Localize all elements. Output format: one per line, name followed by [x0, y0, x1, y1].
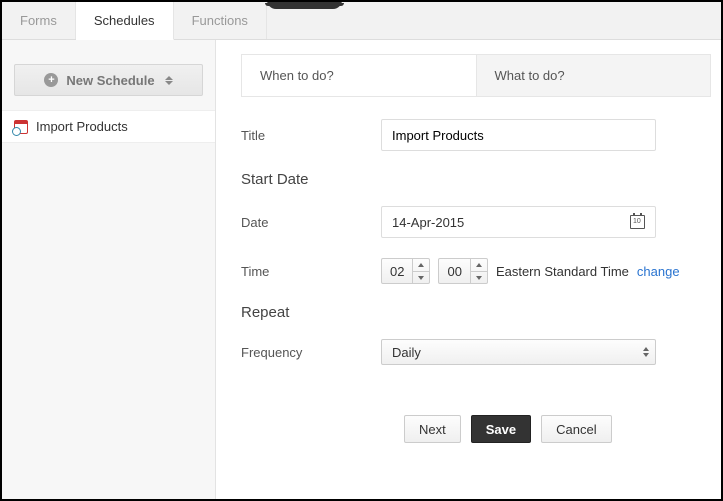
time-hour-stepper[interactable]: 02	[381, 258, 430, 284]
tab-functions[interactable]: Functions	[174, 2, 267, 39]
schedule-calendar-icon	[14, 120, 28, 134]
date-value: 14-Apr-2015	[392, 215, 464, 230]
frequency-select[interactable]: Daily	[381, 339, 656, 365]
minute-up-icon[interactable]	[471, 259, 487, 271]
tab-forms[interactable]: Forms	[2, 2, 76, 39]
dropdown-caret-icon	[165, 76, 173, 85]
time-minute-value: 00	[439, 264, 469, 279]
date-label: Date	[241, 215, 381, 230]
schedule-item-label: Import Products	[36, 119, 128, 134]
calendar-icon	[630, 215, 645, 229]
tab-what-to-do[interactable]: What to do?	[477, 55, 711, 96]
title-label: Title	[241, 128, 381, 143]
time-minute-stepper[interactable]: 00	[438, 258, 487, 284]
time-hour-value: 02	[382, 264, 412, 279]
start-date-heading: Start Date	[241, 171, 711, 188]
schedule-list-item[interactable]: Import Products	[2, 110, 215, 143]
sidebar: + New Schedule Import Products	[2, 40, 216, 499]
select-caret-icon	[643, 347, 649, 357]
hour-up-icon[interactable]	[413, 259, 429, 271]
new-schedule-button[interactable]: + New Schedule	[14, 64, 203, 96]
time-label: Time	[241, 264, 381, 279]
tab-when-to-do[interactable]: When to do?	[242, 55, 477, 96]
cancel-button[interactable]: Cancel	[541, 415, 611, 443]
new-schedule-label: New Schedule	[66, 73, 154, 88]
hour-down-icon[interactable]	[413, 271, 429, 283]
next-button[interactable]: Next	[404, 415, 461, 443]
timezone-label: Eastern Standard Time	[496, 264, 629, 279]
title-input[interactable]	[381, 119, 656, 151]
save-button[interactable]: Save	[471, 415, 531, 443]
browser-notch-icon	[267, 0, 342, 9]
plus-circle-icon: +	[44, 73, 58, 87]
frequency-value: Daily	[392, 345, 421, 360]
frequency-label: Frequency	[241, 345, 381, 360]
repeat-heading: Repeat	[241, 304, 711, 321]
tab-schedules[interactable]: Schedules	[76, 2, 174, 40]
minute-down-icon[interactable]	[471, 271, 487, 283]
date-input[interactable]: 14-Apr-2015	[381, 206, 656, 238]
change-timezone-link[interactable]: change	[637, 264, 680, 279]
